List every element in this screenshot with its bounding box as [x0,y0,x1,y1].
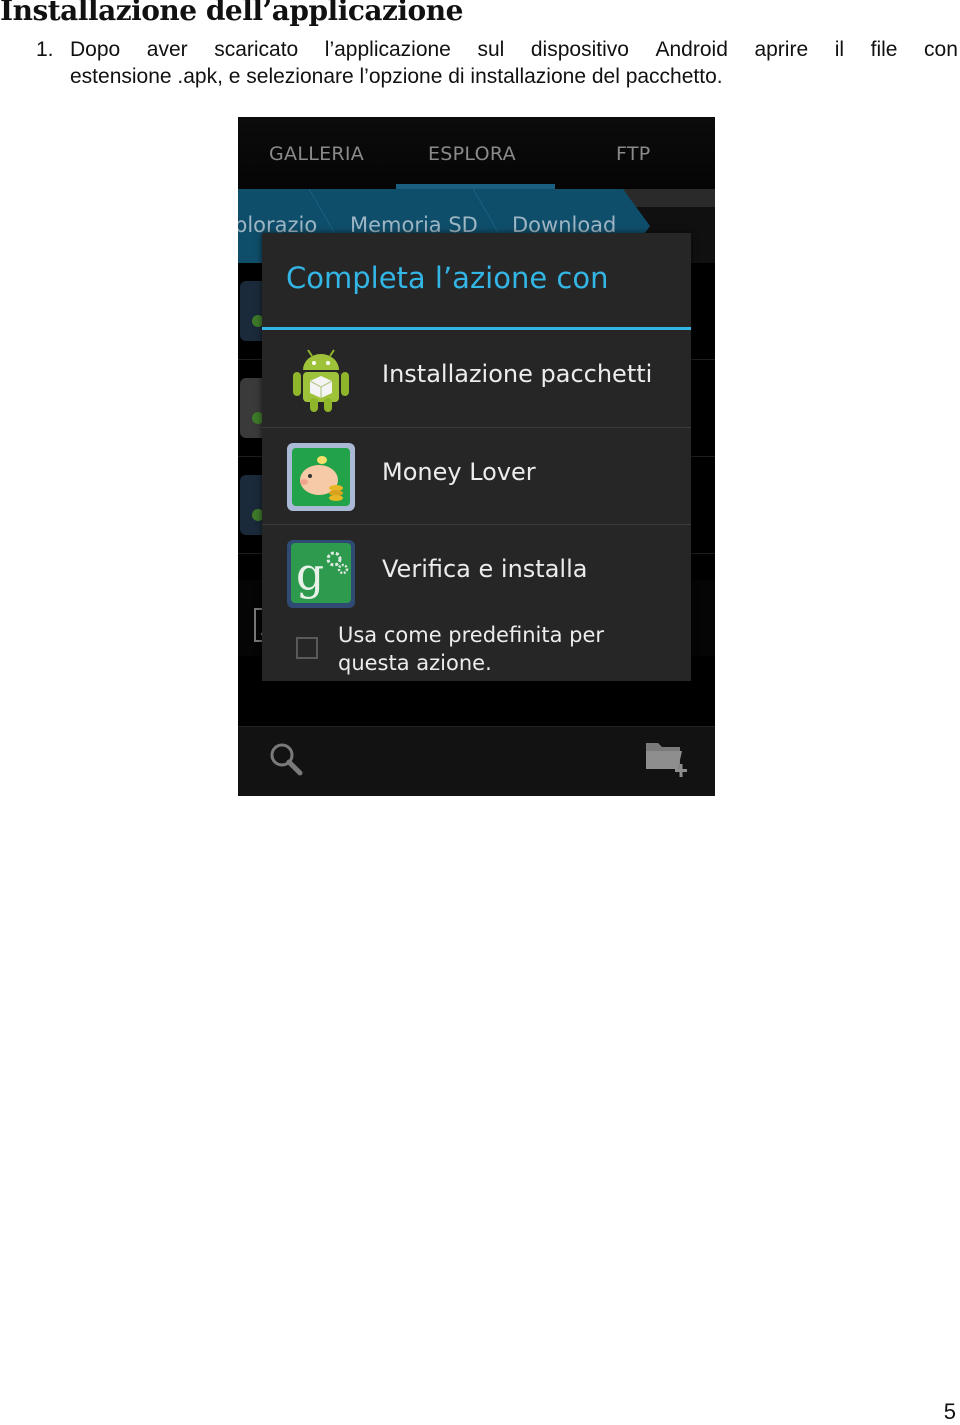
word: il [834,38,845,61]
default-action-label: Usa come predefinita per questa azione. [338,623,605,675]
option-money-lover[interactable]: Money Lover [262,427,691,524]
step-text-line-2: estensione .apk, e selezionare l’opzione… [70,65,723,88]
option-verifica-e-installa[interactable]: g Verifica e installa [262,524,691,621]
search-icon[interactable] [268,741,304,777]
word: con [924,38,958,61]
word: dispositivo [530,38,629,61]
page-number: 5 [943,1399,956,1424]
tab-galleria[interactable]: GALLERIA [269,143,364,165]
piggy-bank-icon [287,443,355,511]
option-label: Verifica e installa [382,555,588,583]
tab-bar: GALLERIA ESPLORA FTP [238,117,715,189]
step-number: 1. [36,38,54,61]
word: sul [477,38,505,61]
dialog-title: Completa l’azione con [286,261,609,295]
word: aprire [754,38,809,61]
android-package-icon [293,349,349,412]
option-label: Money Lover [382,458,536,486]
new-folder-icon[interactable] [644,739,690,781]
tab-ftp[interactable]: FTP [616,143,651,165]
word: file [870,38,898,61]
svg-text:g: g [296,549,324,600]
section-heading: Installazione dell’applicazione [0,0,463,27]
word: Android [655,38,728,61]
word: Dopo [70,38,121,61]
default-action-checkbox[interactable] [296,637,318,659]
option-label: Installazione pacchetti [382,360,653,388]
bottom-action-bar [238,726,715,796]
step-text-line-1: Dopo aver scaricato l’applicazione sul d… [70,36,958,63]
word: l’applicazione [324,38,451,61]
word: aver [146,38,188,61]
option-installazione-pacchetti[interactable]: Installazione pacchetti [262,330,691,426]
chooser-dialog: Completa l’azione con Installazione pacc… [262,233,691,681]
google-settings-icon: g [287,540,355,608]
word: scaricato [214,38,299,61]
android-screenshot: GALLERIA ESPLORA FTP plorazio Memoria SD… [238,117,715,796]
tab-esplora[interactable]: ESPLORA [428,143,516,165]
